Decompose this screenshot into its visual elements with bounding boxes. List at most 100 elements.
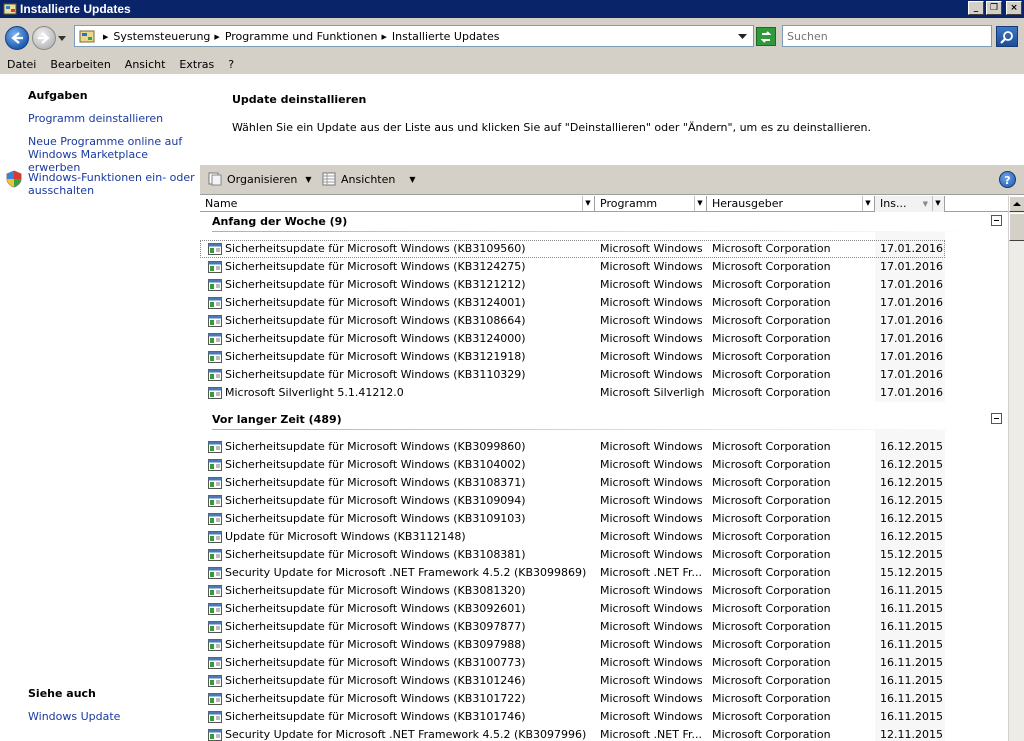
menu-bar: Datei Bearbeiten Ansicht Extras ? <box>0 55 1024 75</box>
table-row[interactable]: Security Update for Microsoft .NET Frame… <box>200 726 1008 741</box>
table-row[interactable]: Sicherheitsupdate für Microsoft Windows … <box>200 546 1008 564</box>
table-row[interactable]: Microsoft Silverlight 5.1.41212.0 Microso… <box>200 384 1008 402</box>
column-publisher[interactable]: Herausgeber ▼ <box>707 196 875 212</box>
table-row[interactable]: Sicherheitsupdate für Microsoft Windows … <box>200 636 1008 654</box>
table-row[interactable]: Sicherheitsupdate für Microsoft Windows … <box>200 618 1008 636</box>
cell-installed: 12.11.2015 <box>880 728 943 741</box>
vertical-scrollbar[interactable] <box>1008 196 1024 741</box>
menu-ansicht[interactable]: Ansicht <box>118 58 173 71</box>
maximize-button[interactable]: ❐ <box>986 1 1002 15</box>
table-row[interactable]: Sicherheitsupdate für Microsoft Windows … <box>200 708 1008 726</box>
update-icon <box>208 333 222 345</box>
table-row[interactable]: Sicherheitsupdate für Microsoft Windows … <box>200 312 1008 330</box>
sort-indicator-icon: ▼ <box>922 200 928 208</box>
menu-extras[interactable]: Extras <box>172 58 221 71</box>
chevron-down-icon[interactable]: ▼ <box>694 196 705 211</box>
breadcrumb-item[interactable]: ▶ Programme und Funktionen <box>210 30 377 43</box>
breadcrumb-item[interactable]: ▶ Systemsteuerung <box>99 30 210 43</box>
group-title: Vor langer Zeit (489) <box>212 413 342 426</box>
cell-installed: 15.12.2015 <box>880 566 943 579</box>
scroll-up-button[interactable] <box>1009 196 1024 212</box>
column-installed[interactable]: Ins... ▼ ▼ <box>875 196 945 212</box>
scroll-thumb[interactable] <box>1009 213 1024 241</box>
cell-installed: 16.11.2015 <box>880 656 943 669</box>
group-divider <box>212 429 978 430</box>
table-row[interactable]: Sicherheitsupdate für Microsoft Windows … <box>200 492 1008 510</box>
table-row[interactable]: Update für Microsoft Windows (KB3112148)… <box>200 528 1008 546</box>
back-button[interactable] <box>5 26 29 50</box>
update-icon <box>208 675 222 687</box>
table-row[interactable]: Sicherheitsupdate für Microsoft Windows … <box>200 438 1008 456</box>
table-row[interactable]: Sicherheitsupdate für Microsoft Windows … <box>200 348 1008 366</box>
chevron-down-icon[interactable]: ▼ <box>932 196 943 211</box>
group-header[interactable]: Vor langer Zeit (489) <box>200 410 1008 430</box>
menu-datei[interactable]: Datei <box>0 58 43 71</box>
cell-program: Microsoft Windows <box>600 458 703 471</box>
update-icon <box>208 567 222 579</box>
group-header[interactable]: Anfang der Woche (9) <box>200 212 1008 232</box>
table-row[interactable]: Sicherheitsupdate für Microsoft Windows … <box>200 474 1008 492</box>
cell-installed: 17.01.2016 <box>880 296 943 309</box>
menu-help[interactable]: ? <box>221 58 241 71</box>
table-row[interactable]: Security Update for Microsoft .NET Frame… <box>200 564 1008 582</box>
table-row[interactable]: Sicherheitsupdate für Microsoft Windows … <box>200 510 1008 528</box>
address-bar[interactable]: ▶ Systemsteuerung ▶ Programme und Funktion… <box>74 25 754 47</box>
column-program[interactable]: Programm ▼ <box>595 196 707 212</box>
update-icon <box>208 459 222 471</box>
update-list[interactable]: Anfang der Woche (9) Sicherheitsupdate fü… <box>200 212 1008 741</box>
table-row[interactable]: Sicherheitsupdate für Microsoft Windows … <box>200 294 1008 312</box>
windows-features-link-line2[interactable]: ausschalten <box>28 184 94 197</box>
update-icon <box>208 657 222 669</box>
cell-installed: 16.12.2015 <box>880 476 943 489</box>
cell-name: Sicherheitsupdate für Microsoft Windows … <box>225 512 526 525</box>
views-button[interactable]: Ansichten ▼ <box>322 172 416 186</box>
collapse-icon[interactable] <box>991 413 1002 424</box>
search-button[interactable] <box>996 26 1018 47</box>
cell-program: Microsoft Windows <box>600 368 703 381</box>
forward-button[interactable] <box>32 26 56 50</box>
table-row[interactable]: Sicherheitsupdate für Microsoft Windows … <box>200 276 1008 294</box>
cell-name: Sicherheitsupdate für Microsoft Windows … <box>225 368 526 381</box>
cell-installed: 17.01.2016 <box>880 314 943 327</box>
uninstall-program-link[interactable]: Programm deinstallieren <box>28 112 163 125</box>
cell-installed: 16.11.2015 <box>880 692 943 705</box>
organize-button[interactable]: Organisieren ▼ <box>208 172 311 186</box>
table-row[interactable]: Sicherheitsupdate für Microsoft Windows … <box>200 330 1008 348</box>
update-icon <box>208 729 222 741</box>
cell-installed: 17.01.2016 <box>880 368 943 381</box>
table-row[interactable]: Sicherheitsupdate für Microsoft Windows … <box>200 366 1008 384</box>
cell-publisher: Microsoft Corporation <box>712 692 831 705</box>
breadcrumb-item[interactable]: ▶ Installierte Updates <box>377 30 499 43</box>
marketplace-link-line1[interactable]: Neue Programme online auf <box>28 135 182 148</box>
chevron-down-icon[interactable] <box>738 34 747 40</box>
table-row[interactable]: Sicherheitsupdate für Microsoft Windows … <box>200 582 1008 600</box>
chevron-down-icon[interactable]: ▼ <box>862 196 873 211</box>
cell-name: Sicherheitsupdate für Microsoft Windows … <box>225 710 526 723</box>
table-row[interactable]: Sicherheitsupdate für Microsoft Windows … <box>200 690 1008 708</box>
column-header: Name ▼ Programm ▼ Herausgeber ▼ Ins... ▼… <box>200 196 1008 212</box>
table-row[interactable]: Sicherheitsupdate für Microsoft Windows … <box>200 456 1008 474</box>
menu-bearbeiten[interactable]: Bearbeiten <box>43 58 117 71</box>
close-button[interactable]: × <box>1006 1 1022 15</box>
page-description: Wählen Sie ein Update aus der Liste aus … <box>232 121 872 134</box>
table-row[interactable]: Sicherheitsupdate für Microsoft Windows … <box>200 654 1008 672</box>
window-title: Installierte Updates <box>20 2 131 16</box>
cell-program: Microsoft .NET Fr... <box>600 728 702 741</box>
chevron-down-icon[interactable]: ▼ <box>582 196 593 211</box>
help-button[interactable]: ? <box>999 171 1016 188</box>
column-name[interactable]: Name ▼ <box>200 196 595 212</box>
table-row[interactable]: Sicherheitsupdate für Microsoft Windows … <box>200 240 945 258</box>
collapse-icon[interactable] <box>991 215 1002 226</box>
minimize-button[interactable]: _ <box>968 1 984 15</box>
table-row[interactable]: Sicherheitsupdate für Microsoft Windows … <box>200 672 1008 690</box>
chevron-down-icon[interactable]: ▼ <box>409 175 415 184</box>
history-dropdown-icon[interactable] <box>58 36 66 42</box>
update-icon <box>208 243 222 255</box>
windows-update-link[interactable]: Windows Update <box>28 710 120 723</box>
organize-icon <box>208 172 222 186</box>
refresh-button[interactable] <box>756 27 776 46</box>
search-input[interactable] <box>782 25 992 47</box>
table-row[interactable]: Sicherheitsupdate für Microsoft Windows … <box>200 258 1008 276</box>
windows-features-link-line1[interactable]: Windows-Funktionen ein- oder <box>28 171 195 184</box>
table-row[interactable]: Sicherheitsupdate für Microsoft Windows … <box>200 600 1008 618</box>
